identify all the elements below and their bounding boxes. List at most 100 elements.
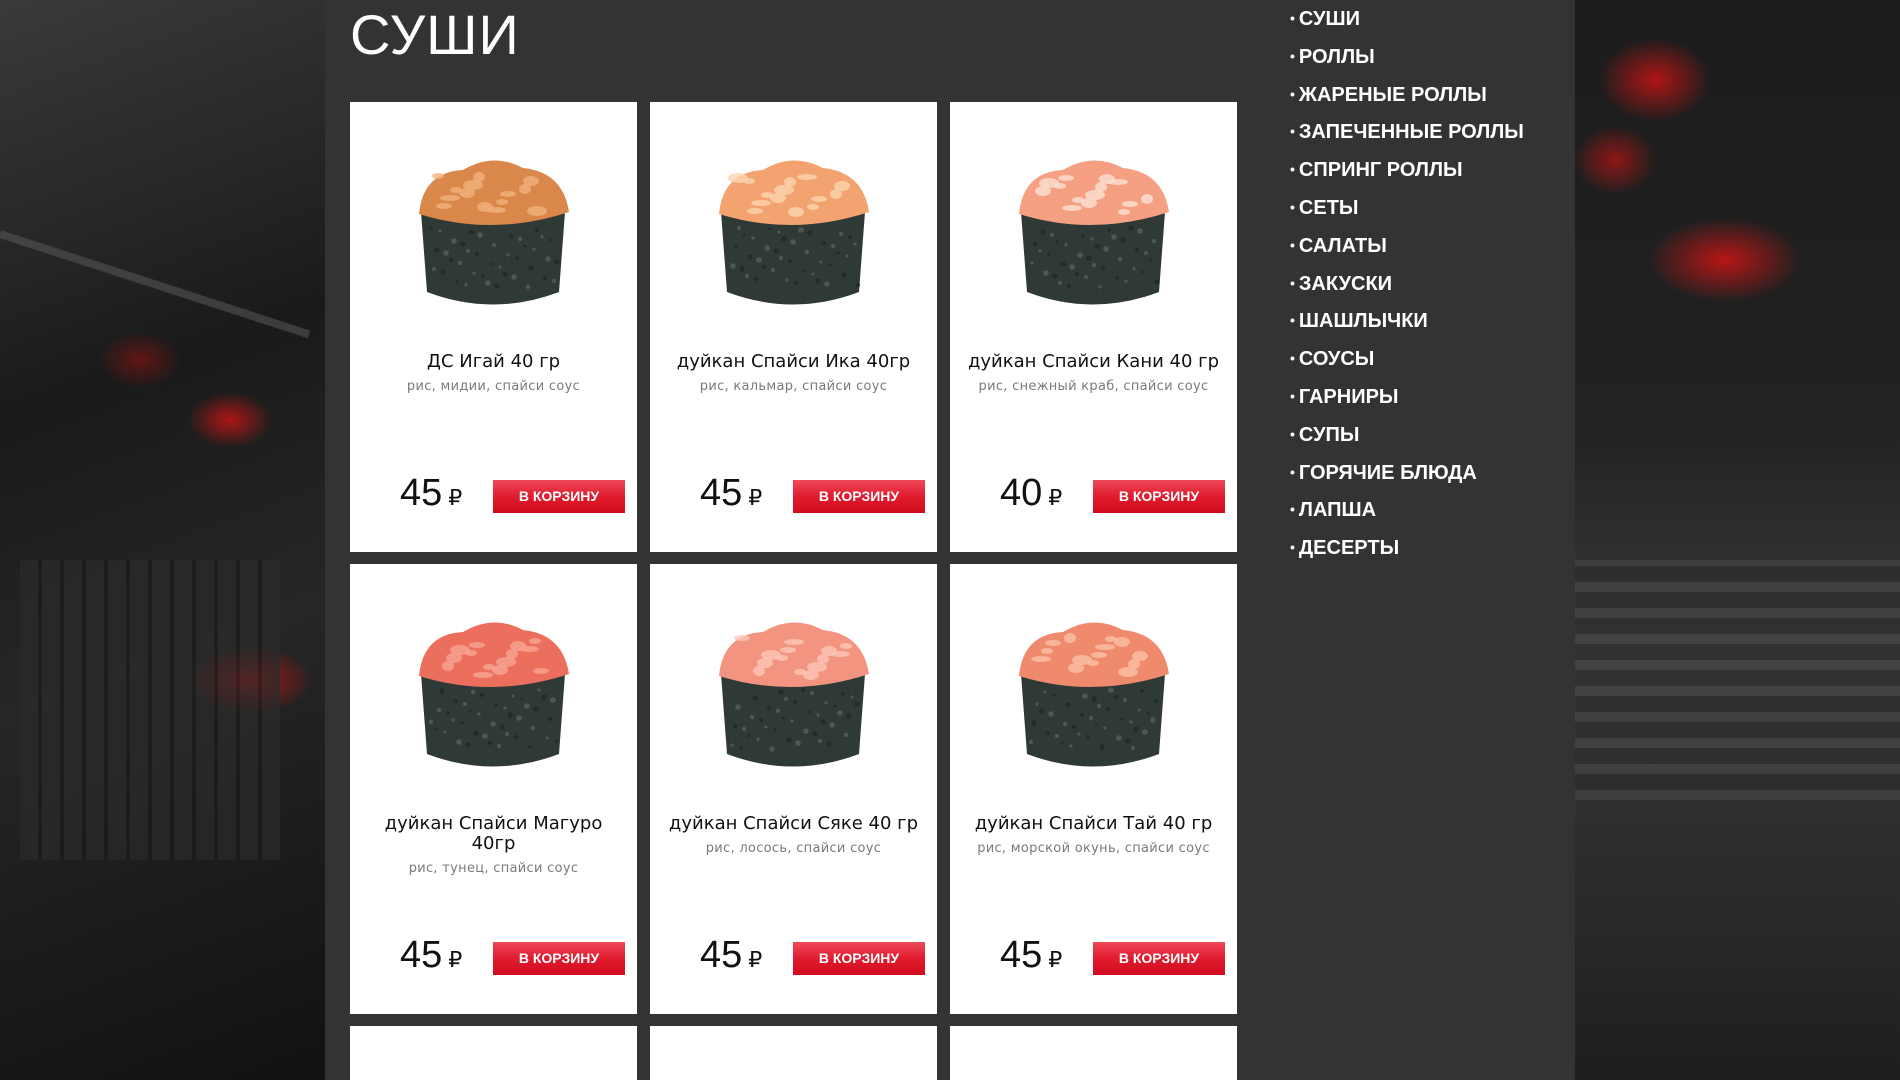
bullet-icon: • xyxy=(1290,501,1295,518)
menu-item[interactable]: • СУШИ xyxy=(1290,8,1524,46)
menu-item[interactable]: • РОЛЛЫ xyxy=(1290,46,1524,84)
sushi-image xyxy=(1019,622,1169,767)
menu-item[interactable]: • ДЕСЕРТЫ xyxy=(1290,537,1524,575)
currency-symbol: ₽ xyxy=(448,947,463,972)
price-value: 45 xyxy=(700,934,743,976)
menu-item-label: СЕТЫ xyxy=(1298,196,1359,219)
bullet-icon: • xyxy=(1290,10,1295,26)
menu-item-label: ЗАКУСКИ xyxy=(1298,272,1393,295)
product-name[interactable]: дуйкан Спайси Ика 40гр xyxy=(660,352,927,372)
product-description: рис, мидии, спайси соус xyxy=(406,379,581,394)
menu-item[interactable]: • ГОРЯЧИЕ БЛЮДА xyxy=(1290,462,1524,500)
product-card[interactable]: дуйкан Спайси Кани 40 гр рис, снежный кра… xyxy=(950,102,1237,552)
product-description: рис, снежный краб, спайси соус xyxy=(978,379,1209,394)
product-price: 45 ₽ xyxy=(1000,934,1062,977)
bullet-icon: • xyxy=(1290,350,1295,367)
menu-item-label: СПРИНГ РОЛЛЫ xyxy=(1298,159,1463,182)
menu-item-label: ШАШЛЫЧКИ xyxy=(1298,310,1428,333)
product-card[interactable]: дуйкан Спайси Магуро 40гр рис, тунец, спа… xyxy=(350,564,637,1014)
bullet-icon: • xyxy=(1290,47,1295,64)
menu-item[interactable]: • ЗАПЕЧЕННЫЕ РОЛЛЫ xyxy=(1290,121,1524,159)
product-card[interactable]: дуйкан Спайси Ика 40гр рис, кальмар, спай… xyxy=(650,102,937,552)
menu-item[interactable]: • СПРИНГ РОЛЛЫ xyxy=(1290,159,1524,197)
add-to-cart-button[interactable]: В КОРЗИНУ xyxy=(793,942,925,975)
product-card[interactable]: дуйкан Спайси Тай 40 гр рис, морской окун… xyxy=(950,564,1237,1014)
sushi-image xyxy=(419,160,569,305)
product-name[interactable]: ДС Игай 40 гр xyxy=(360,352,627,372)
bullet-icon: • xyxy=(1290,161,1295,178)
bullet-icon: • xyxy=(1290,274,1295,291)
product-name[interactable]: дуйкан Спайси Кани 40 гр xyxy=(960,352,1227,372)
currency-symbol: ₽ xyxy=(1048,485,1063,510)
menu-item-label: СУШИ xyxy=(1298,8,1360,30)
menu-item-label: ЗАПЕЧЕННЫЕ РОЛЛЫ xyxy=(1298,121,1524,144)
menu-item[interactable]: • СУПЫ xyxy=(1290,424,1524,462)
product-card[interactable] xyxy=(650,1026,937,1080)
add-to-cart-button[interactable]: В КОРЗИНУ xyxy=(1093,942,1225,975)
product-price: 45 ₽ xyxy=(400,934,462,977)
bullet-icon: • xyxy=(1290,198,1295,215)
sushi-image xyxy=(419,622,569,767)
product-card[interactable] xyxy=(950,1026,1237,1080)
price-value: 45 xyxy=(1000,934,1043,976)
menu-item[interactable]: • САЛАТЫ xyxy=(1290,235,1524,273)
sushi-image xyxy=(1019,160,1169,305)
background-scenery-right xyxy=(1575,0,1900,1080)
currency-symbol: ₽ xyxy=(748,485,763,510)
product-card[interactable] xyxy=(350,1026,637,1080)
product-description: рис, кальмар, спайси соус xyxy=(699,379,888,394)
product-price: 40 ₽ xyxy=(1000,472,1062,515)
product-name[interactable]: дуйкан Спайси Тай 40 гр xyxy=(960,814,1227,834)
product-card[interactable]: ДС Игай 40 гр рис, мидии, спайси соус 45 ₽ В… xyxy=(350,102,637,552)
product-description: рис, лосось, спайси соус xyxy=(705,841,882,856)
menu-item-label: ЖАРЕНЫЕ РОЛЛЫ xyxy=(1298,83,1487,106)
menu-item-label: ЛАПША xyxy=(1298,499,1377,522)
menu-item-label: ДЕСЕРТЫ xyxy=(1298,537,1400,560)
menu-item[interactable]: • ЖАРЕНЫЕ РОЛЛЫ xyxy=(1290,84,1524,122)
bullet-icon: • xyxy=(1290,425,1295,442)
menu-item-label: ГОРЯЧИЕ БЛЮДА xyxy=(1298,461,1477,484)
product-description: рис, морской окунь, спайси соус xyxy=(977,841,1210,856)
product-card[interactable]: дуйкан Спайси Сяке 40 гр рис, лосось, спа… xyxy=(650,564,937,1014)
menu-item[interactable]: • ЛАПША xyxy=(1290,499,1524,537)
sushi-image xyxy=(719,160,869,305)
currency-symbol: ₽ xyxy=(448,485,463,510)
product-name[interactable]: дуйкан Спайси Магуро 40гр xyxy=(360,814,627,854)
bullet-icon: • xyxy=(1290,539,1295,556)
price-value: 45 xyxy=(400,472,443,514)
page-title: СУШИ xyxy=(350,3,520,66)
product-price: 45 ₽ xyxy=(700,934,762,977)
currency-symbol: ₽ xyxy=(748,947,763,972)
bullet-icon: • xyxy=(1290,85,1295,102)
menu-item[interactable]: • ЗАКУСКИ xyxy=(1290,273,1524,311)
bullet-icon: • xyxy=(1290,463,1295,480)
price-value: 45 xyxy=(400,934,443,976)
price-value: 45 xyxy=(700,472,743,514)
category-menu: • СУШИ • РОЛЛЫ • ЖАРЕНЫЕ РОЛЛЫ • ЗАПЕЧЕННЫЕ РОЛ… xyxy=(1290,8,1524,575)
add-to-cart-button[interactable]: В КОРЗИНУ xyxy=(493,480,625,513)
bullet-icon: • xyxy=(1290,123,1295,140)
product-grid: ДС Игай 40 гр рис, мидии, спайси соус 45 ₽ В… xyxy=(350,102,1260,1080)
menu-item-label: САЛАТЫ xyxy=(1298,234,1387,257)
menu-item-label: СУПЫ xyxy=(1298,423,1360,446)
bullet-icon: • xyxy=(1290,387,1295,404)
bullet-icon: • xyxy=(1290,312,1295,329)
add-to-cart-button[interactable]: В КОРЗИНУ xyxy=(493,942,625,975)
menu-item[interactable]: • ГАРНИРЫ xyxy=(1290,386,1524,424)
background-scenery-left xyxy=(0,0,325,1080)
add-to-cart-button[interactable]: В КОРЗИНУ xyxy=(1093,480,1225,513)
add-to-cart-button[interactable]: В КОРЗИНУ xyxy=(793,480,925,513)
currency-symbol: ₽ xyxy=(1048,947,1063,972)
product-description: рис, тунец, спайси соус xyxy=(408,861,579,876)
menu-item[interactable]: • СЕТЫ xyxy=(1290,197,1524,235)
menu-item-label: ГАРНИРЫ xyxy=(1298,385,1399,408)
product-name[interactable]: дуйкан Спайси Сяке 40 гр xyxy=(660,814,927,834)
product-price: 45 ₽ xyxy=(400,472,462,515)
price-value: 40 xyxy=(1000,472,1043,514)
menu-item[interactable]: • ШАШЛЫЧКИ xyxy=(1290,310,1524,348)
menu-item[interactable]: • СОУСЫ xyxy=(1290,348,1524,386)
sushi-image xyxy=(719,622,869,767)
menu-item-label: РОЛЛЫ xyxy=(1298,45,1375,68)
menu-item-label: СОУСЫ xyxy=(1298,348,1375,371)
bullet-icon: • xyxy=(1290,236,1295,253)
